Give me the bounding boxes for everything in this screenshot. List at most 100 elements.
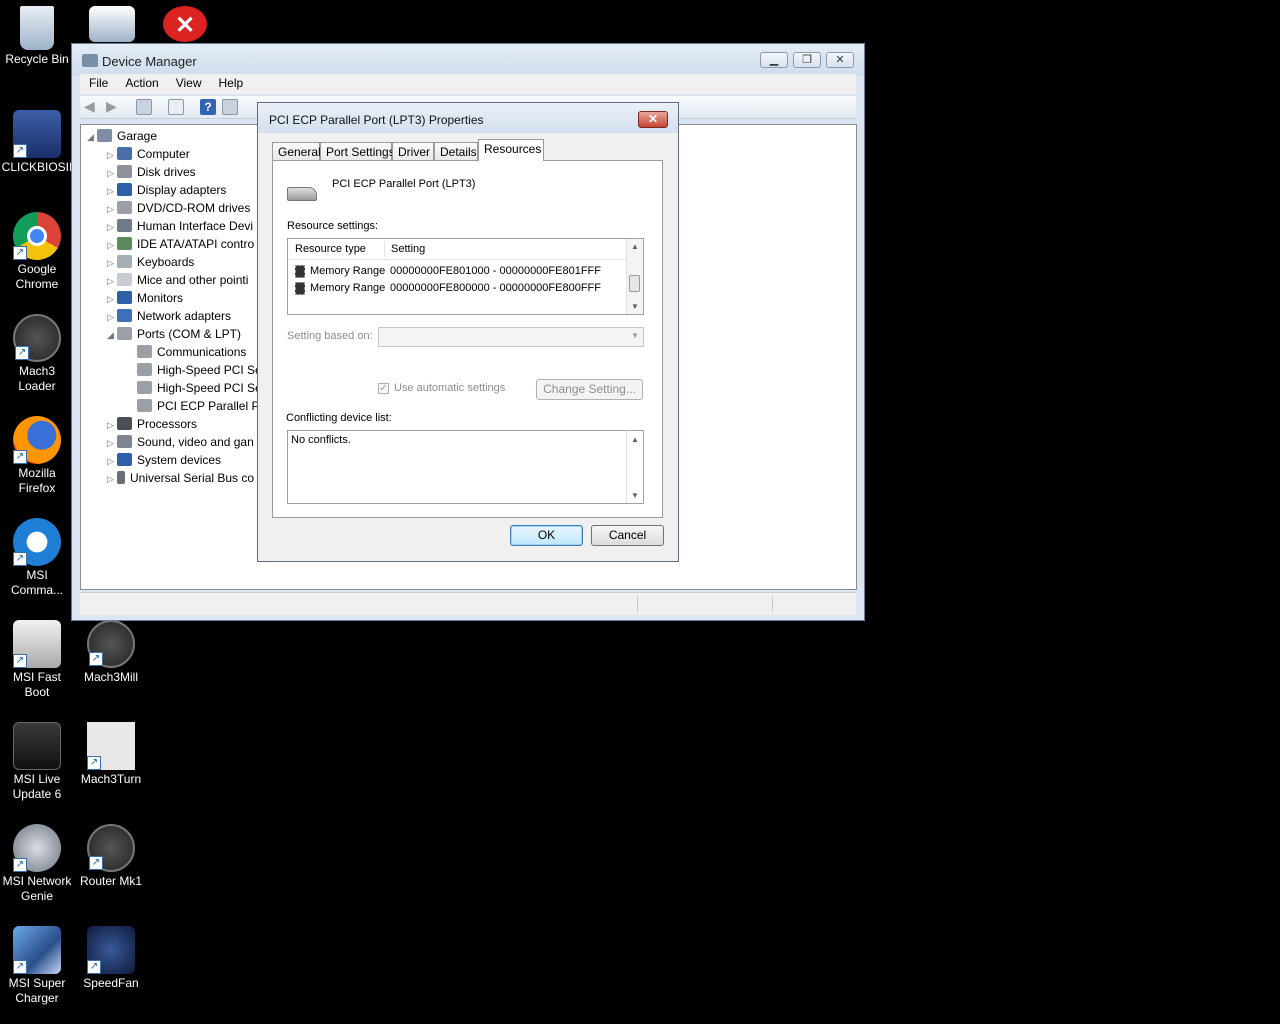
close-window-button[interactable]: ✕	[826, 52, 854, 68]
device-manager-titlebar[interactable]: Device Manager ▁ ❐ ✕	[72, 44, 864, 76]
list-row[interactable]: Memory Range 00000000FE801000 - 00000000…	[292, 264, 622, 280]
column-header-resource-type[interactable]: Resource type	[295, 243, 366, 255]
list-row[interactable]: Memory Range 00000000FE800000 - 00000000…	[292, 281, 622, 297]
tree-child-item[interactable]: Communications	[137, 343, 246, 361]
tree-item[interactable]: ▷ Network adapters	[107, 307, 231, 325]
setting-based-on-dropdown[interactable]: ▼	[378, 327, 644, 347]
tree-item[interactable]: ▷ Keyboards	[107, 253, 194, 271]
desktop-icon-speedfan[interactable]: ↗ SpeedFan	[74, 926, 148, 991]
desktop-icon-recycle-bin[interactable]: Recycle Bin	[0, 6, 74, 67]
tab-port-settings[interactable]: Port Settings	[320, 142, 395, 161]
tree-item-ports[interactable]: ◢ Ports (COM & LPT)	[107, 325, 241, 343]
expand-arrow-icon[interactable]: ▷	[107, 290, 117, 308]
conflict-list[interactable]: No conflicts. ▲ ▼	[287, 430, 644, 504]
tree-child-item[interactable]: High-Speed PCI Se	[137, 379, 262, 397]
scroll-up-icon[interactable]: ▲	[627, 242, 643, 251]
tree-item[interactable]: ▷ System devices	[107, 451, 221, 469]
desktop-icon-msi-live-update[interactable]: MSI Live Update 6	[0, 722, 74, 802]
tab-general[interactable]: General	[272, 142, 321, 161]
desktop-icon-msi-super-charger[interactable]: ↗ MSI Super Charger	[0, 926, 74, 1006]
scroll-down-icon[interactable]: ▼	[627, 302, 643, 311]
expand-arrow-icon[interactable]: ▷	[107, 236, 117, 254]
tree-item[interactable]: ▷ Universal Serial Bus co	[107, 469, 254, 487]
help-icon[interactable]: ?	[200, 99, 216, 115]
column-header-setting[interactable]: Setting	[391, 243, 425, 255]
tree-item[interactable]: ▷ IDE ATA/ATAPI contro	[107, 235, 254, 253]
conflict-list-scrollbar[interactable]: ▲ ▼	[626, 431, 643, 503]
expand-arrow-icon[interactable]: ▷	[107, 452, 117, 470]
tab-resources[interactable]: Resources	[478, 139, 544, 161]
tree-item[interactable]: ▷ Mice and other pointi	[107, 271, 248, 289]
scroll-thumb[interactable]	[629, 275, 640, 292]
expand-arrow-icon[interactable]: ▷	[107, 254, 117, 272]
expand-arrow-icon[interactable]: ▷	[107, 434, 117, 452]
port-icon	[137, 345, 152, 358]
cancel-button[interactable]: Cancel	[591, 525, 664, 546]
desktop-icon-router-mk1[interactable]: ↗ Router Mk1	[74, 824, 148, 889]
tree-item[interactable]: ▷ Computer	[107, 145, 190, 163]
resource-setting: 00000000FE800000 - 00000000FE800FFF	[390, 282, 601, 294]
collapse-arrow-icon[interactable]: ◢	[87, 128, 97, 146]
menu-file[interactable]: File	[80, 74, 116, 90]
keyboard-icon	[117, 255, 132, 268]
resource-list[interactable]: Resource type Setting Memory Range 00000…	[287, 238, 644, 315]
desktop-icon-mach3-loader[interactable]: ↗ Mach3 Loader	[0, 314, 74, 394]
desktop-icon-chrome[interactable]: ↗ Google Chrome	[0, 212, 74, 292]
tab-driver[interactable]: Driver	[392, 142, 434, 161]
forward-arrow-icon[interactable]: ▶	[106, 99, 122, 115]
resource-list-scrollbar[interactable]: ▲ ▼	[626, 239, 643, 314]
menu-help[interactable]: Help	[210, 74, 252, 90]
menu-action[interactable]: Action	[116, 74, 166, 90]
change-setting-button[interactable]: Change Setting...	[536, 379, 643, 400]
scroll-down-icon[interactable]: ▼	[627, 491, 643, 500]
expand-arrow-icon[interactable]: ▷	[107, 218, 117, 236]
expand-arrow-icon[interactable]: ▷	[107, 182, 117, 200]
properties-dialog: PCI ECP Parallel Port (LPT3) Properties …	[257, 102, 679, 562]
tree-item[interactable]: ▷ Display adapters	[107, 181, 226, 199]
desktop-icon-msi-command[interactable]: ↗ MSI Comma...	[0, 518, 74, 598]
back-arrow-icon[interactable]: ◀	[84, 99, 100, 115]
scroll-up-icon[interactable]: ▲	[627, 435, 643, 444]
tree-item[interactable]: ▷ Disk drives	[107, 163, 196, 181]
expand-arrow-icon[interactable]: ▷	[107, 416, 117, 434]
tree-item[interactable]: ▷ Monitors	[107, 289, 183, 307]
desktop-icon-clickbios[interactable]: ↗ CLICKBIOSII	[0, 110, 74, 175]
desktop-icon-disconnected-partial[interactable]: ✕	[148, 6, 222, 44]
view-icon[interactable]	[222, 99, 238, 115]
use-automatic-checkbox[interactable]: ✓	[378, 383, 389, 394]
properties-icon[interactable]	[168, 99, 184, 115]
desktop-icon-mach3mill[interactable]: ↗ Mach3Mill	[74, 620, 148, 685]
device-manager-icon	[82, 54, 98, 67]
dialog-close-button[interactable]: ✕	[638, 111, 668, 128]
show-hide-tree-icon[interactable]	[136, 99, 152, 115]
tree-item[interactable]: ▷ Processors	[107, 415, 197, 433]
ide-controller-icon	[117, 237, 132, 250]
desktop-icon-msi-network-genie[interactable]: ↗ MSI Network Genie	[0, 824, 74, 904]
tree-item[interactable]: ▷ Sound, video and gan	[107, 433, 254, 451]
desktop-icon-network-partial[interactable]	[75, 6, 149, 44]
expand-arrow-icon[interactable]: ▷	[107, 470, 117, 488]
desktop-icon-firefox[interactable]: ↗ Mozilla Firefox	[0, 416, 74, 496]
list-header: Resource type Setting	[288, 239, 627, 260]
minimize-button[interactable]: ▁	[760, 52, 788, 68]
expand-arrow-icon[interactable]: ▷	[107, 146, 117, 164]
expand-arrow-icon[interactable]: ▷	[107, 308, 117, 326]
ok-button[interactable]: OK	[510, 525, 583, 546]
resources-tab-panel: PCI ECP Parallel Port (LPT3) Resource se…	[272, 160, 663, 518]
desktop-icon-msi-fast-boot[interactable]: ↗ MSI Fast Boot	[0, 620, 74, 700]
tree-root-garage[interactable]: ◢ Garage	[87, 127, 157, 145]
expand-arrow-icon[interactable]: ▷	[107, 200, 117, 218]
restore-button[interactable]: ❐	[793, 52, 821, 68]
tree-item[interactable]: ▷ Human Interface Devi	[107, 217, 253, 235]
dialog-titlebar[interactable]: PCI ECP Parallel Port (LPT3) Properties …	[258, 103, 678, 133]
collapse-arrow-icon[interactable]: ◢	[107, 326, 117, 344]
tree-item[interactable]: ▷ DVD/CD-ROM drives	[107, 199, 250, 217]
tree-child-item[interactable]: High-Speed PCI Se	[137, 361, 262, 379]
expand-arrow-icon[interactable]: ▷	[107, 272, 117, 290]
chevron-down-icon: ▼	[631, 331, 639, 340]
tab-details[interactable]: Details	[434, 142, 478, 161]
desktop-icon-mach3turn[interactable]: ↗ Mach3Turn	[74, 722, 148, 787]
menu-view[interactable]: View	[167, 74, 210, 90]
expand-arrow-icon[interactable]: ▷	[107, 164, 117, 182]
tree-child-item-selected[interactable]: PCI ECP Parallel Po	[137, 397, 266, 415]
